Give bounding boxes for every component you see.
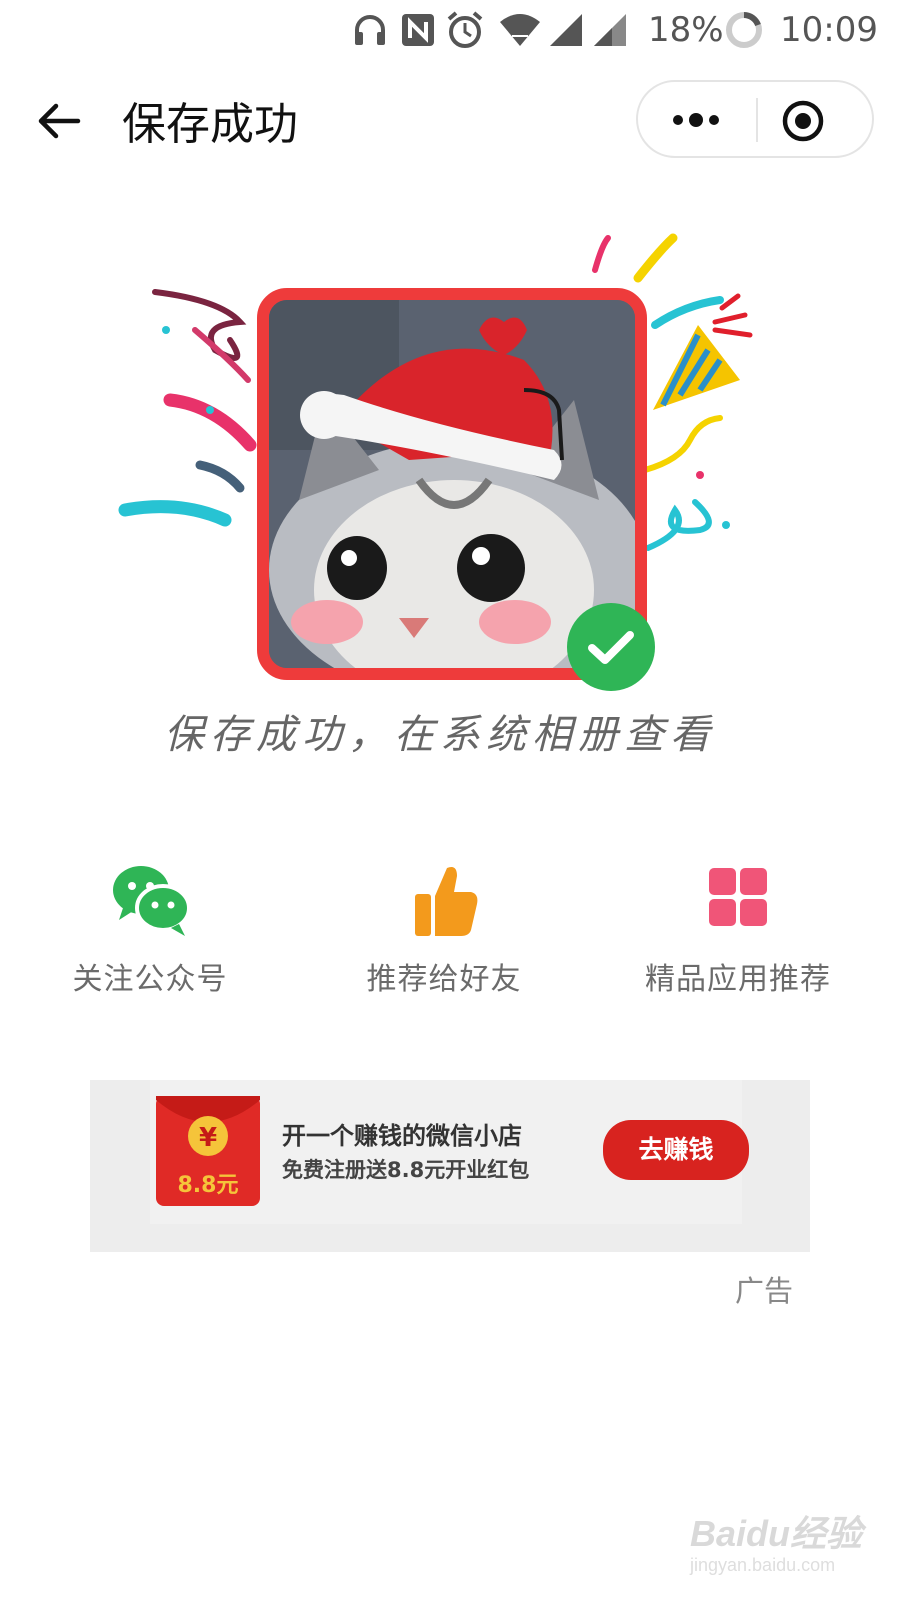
close-target-icon[interactable] <box>780 98 826 144</box>
battery-ring-icon <box>726 12 762 48</box>
baidu-watermark: Baidu经验 jingyan.baidu.com <box>690 1505 890 1595</box>
check-circle-icon <box>567 603 655 691</box>
action-label: 推荐给好友 <box>366 962 522 997</box>
envelope-amount: 8.8元 <box>178 1173 239 1198</box>
signal-icon <box>550 14 582 46</box>
nfc-icon <box>402 14 434 46</box>
envelope-symbol: ¥ <box>199 1123 217 1153</box>
wifi-icon <box>500 14 540 46</box>
page-title: 保存成功 <box>122 99 298 150</box>
action-label: 精品应用推荐 <box>645 962 831 997</box>
headphones-icon <box>355 15 385 45</box>
nav-bar: 保存成功 <box>0 76 900 166</box>
battery-percent: 18% <box>648 10 724 50</box>
capsule-divider <box>756 98 758 142</box>
alarm-icon <box>447 11 483 48</box>
watermark-brand: Baidu经验 <box>690 1513 863 1554</box>
signal-icon-2 <box>594 14 626 46</box>
wechat-icon <box>113 866 191 936</box>
watermark-url: jingyan.baidu.com <box>690 1555 836 1575</box>
grid-apps-icon <box>709 868 767 926</box>
back-arrow-icon[interactable] <box>36 98 82 144</box>
ad-label: 广告 <box>735 1274 794 1308</box>
action-recommend-friend[interactable]: 推荐给好友 <box>294 860 594 1000</box>
capsule-menu <box>636 80 874 158</box>
ad-title: 开一个赚钱的微信小店 <box>282 1122 522 1150</box>
ad-subtitle: 免费注册送8.8元开业红包 <box>282 1158 530 1182</box>
thumbs-up-icon <box>415 867 478 936</box>
earn-money-button[interactable]: 去赚钱 <box>603 1120 749 1180</box>
action-follow-account[interactable]: 关注公众号 <box>0 860 300 1000</box>
action-row: 关注公众号 推荐给好友 精品应用推荐 <box>0 860 900 1000</box>
success-caption: 保存成功，在系统相册查看 <box>164 712 716 758</box>
clock: 10:09 <box>780 10 878 50</box>
red-envelope-icon: ¥ 8.8元 <box>156 1096 260 1206</box>
action-label: 关注公众号 <box>72 962 228 997</box>
more-dots-icon[interactable] <box>656 102 736 138</box>
status-bar: 18% 10:09 <box>0 0 900 62</box>
action-app-recommend[interactable]: 精品应用推荐 <box>588 860 888 1000</box>
ad-banner[interactable]: ¥ 8.8元 开一个赚钱的微信小店 免费注册送8.8元开业红包 去赚钱 <box>90 1080 810 1252</box>
success-hero: 保存成功，在系统相册查看 <box>100 230 780 758</box>
